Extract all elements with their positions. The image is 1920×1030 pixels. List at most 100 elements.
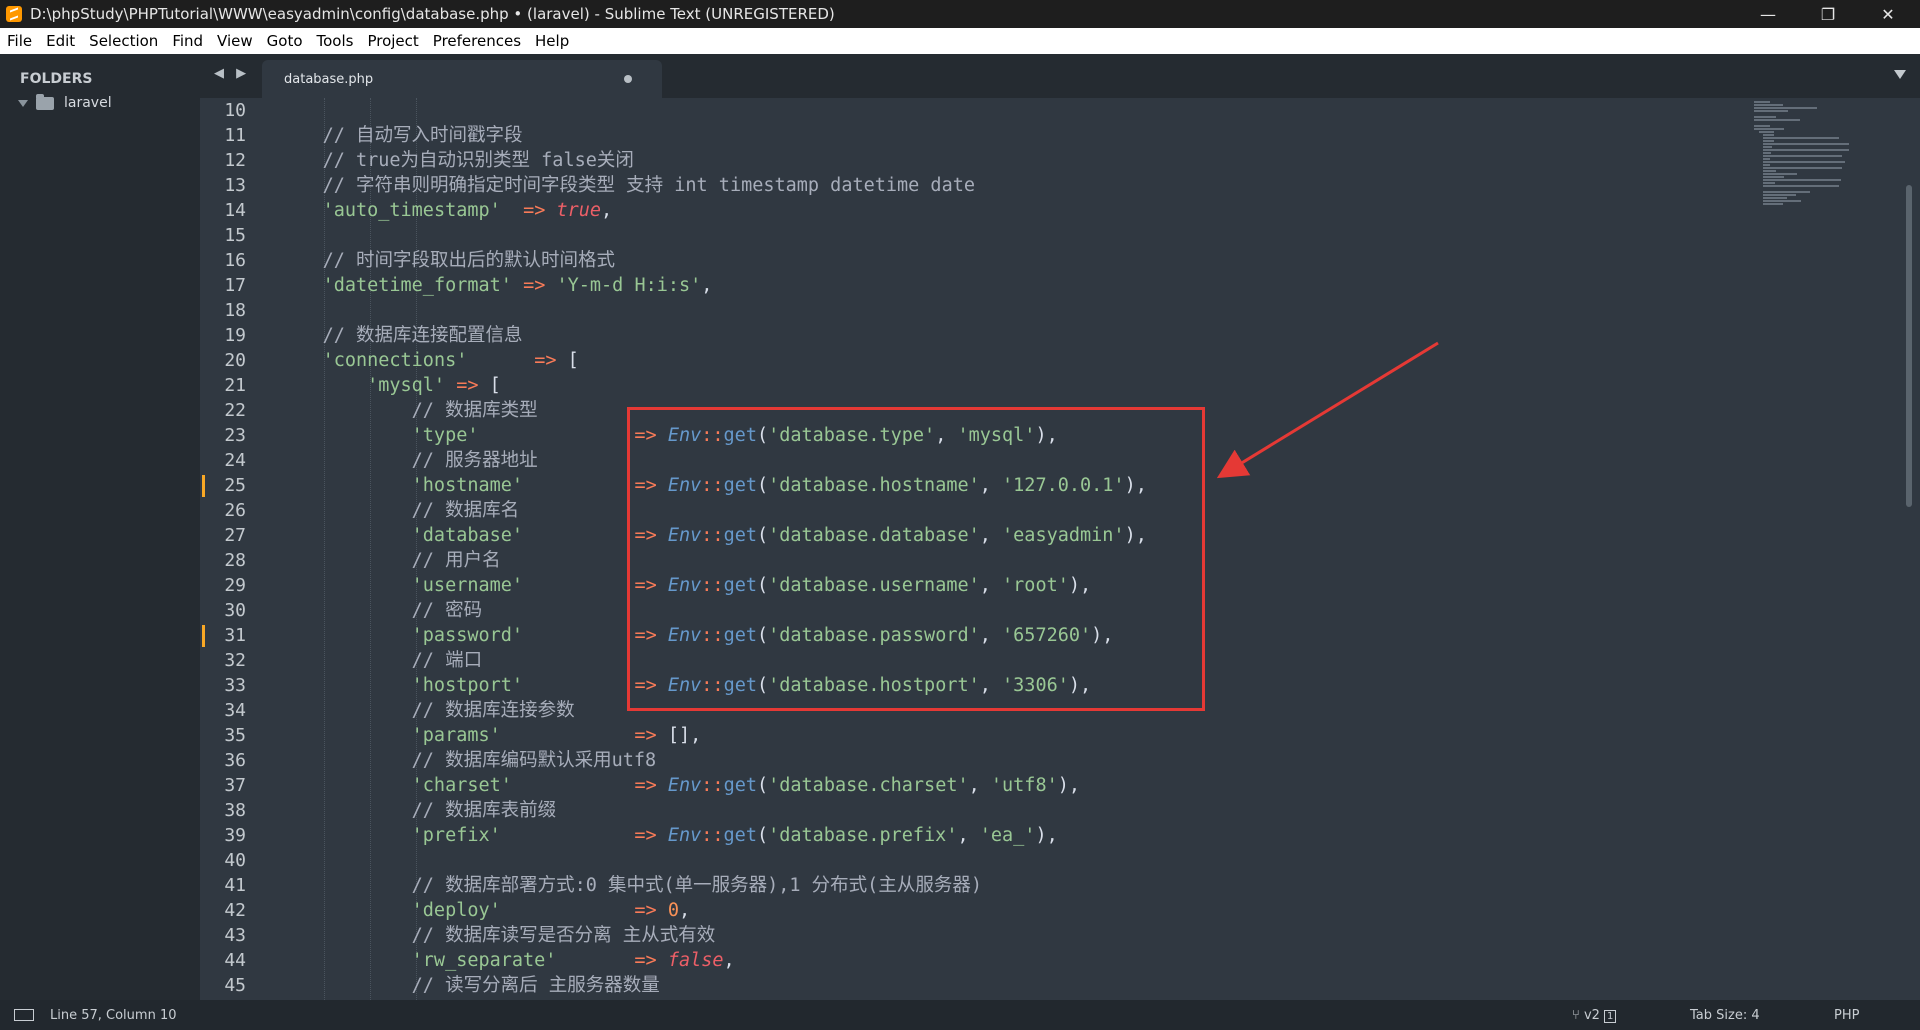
code-line[interactable]: // 数据库名 [278,498,519,523]
minimap-line [1754,116,1777,118]
tab-dropdown-icon[interactable] [1894,70,1906,79]
code-line[interactable]: // 数据库连接配置信息 [278,323,523,348]
cursor-position[interactable]: Line 57, Column 10 [50,1008,177,1023]
minimap-line [1763,137,1839,139]
code-line[interactable]: // 读写分离后 主服务器数量 [278,973,660,998]
annotation-highlight-box [627,407,1205,711]
tab-nav-arrows-icon[interactable]: ◀ ▶ [214,66,250,81]
code-line[interactable]: 'mysql' => [ [278,373,501,398]
menu-edit[interactable]: Edit [39,28,82,54]
menu-find[interactable]: Find [165,28,210,54]
minimap-line [1763,167,1843,169]
code-line[interactable]: // 数据库连接参数 [278,698,575,723]
folder-label: laravel [64,95,112,111]
branch-icon: ⑂ [1572,1008,1584,1023]
panel-toggle-icon[interactable] [14,1009,34,1021]
code-line[interactable]: // 数据库读写是否分离 主从式有效 [278,923,716,948]
menu-goto[interactable]: Goto [260,28,310,54]
code-line[interactable]: // 数据库类型 [278,398,538,423]
code-line[interactable]: // 服务器地址 [278,448,538,473]
menu-preferences[interactable]: Preferences [426,28,528,54]
menu-view[interactable]: View [210,28,260,54]
minimap-line [1754,125,1770,127]
syntax-indicator[interactable]: PHP [1834,1008,1859,1023]
line-number: 24 [224,450,246,471]
folder-icon [36,93,54,110]
code-line[interactable]: 'charset' => Env::get('database.charset'… [278,773,1080,798]
line-number: 19 [224,325,246,346]
sidebar-folder-laravel[interactable]: laravel [18,93,112,111]
line-number: 34 [224,700,246,721]
tab-database-php[interactable]: database.php [262,60,662,98]
line-number: 35 [224,725,246,746]
unsaved-dot-icon[interactable] [624,75,632,83]
tab-bar: ◀ ▶ database.php [200,54,1920,98]
line-number: 36 [224,750,246,771]
minimap-line [1763,170,1777,172]
sublime-logo-icon [6,6,22,22]
line-number: 29 [224,575,246,596]
code-line[interactable]: // 密码 [278,598,482,623]
line-number: 17 [224,275,246,296]
line-number: 12 [224,150,246,171]
code-line[interactable]: // 数据库表前缀 [278,798,556,823]
minimap-line [1763,152,1771,154]
git-branch-status[interactable]: ⑂ v2 1 [1572,1008,1617,1023]
line-number: 41 [224,875,246,896]
git-count-badge: 1 [1604,1010,1617,1023]
code-line[interactable]: 'rw_separate' => false, [278,948,735,973]
code-line[interactable]: 'connections' => [ [278,348,579,373]
title-bar: D:\phpStudy\PHPTutorial\WWW\easyadmin\co… [0,0,1920,28]
minimap-line [1754,107,1817,109]
menu-help[interactable]: Help [528,28,576,54]
menu-selection[interactable]: Selection [82,28,165,54]
minimap-line [1763,191,1810,193]
minimap[interactable] [1750,98,1870,258]
minimap-line [1763,143,1849,145]
line-number: 31 [224,625,246,646]
line-number: 42 [224,900,246,921]
close-button[interactable]: ✕ [1860,0,1916,28]
minimap-line [1754,101,1770,103]
line-number: 27 [224,525,246,546]
code-line[interactable]: // 字符串则明确指定时间字段类型 支持 int timestamp datet… [278,173,975,198]
minimize-button[interactable]: — [1740,0,1796,28]
code-line[interactable]: // 端口 [278,648,482,673]
code-line[interactable]: 'datetime_format' => 'Y-m-d H:i:s', [278,273,713,298]
menu-file[interactable]: File [0,28,39,54]
code-line[interactable]: // 用户名 [278,548,501,573]
menu-project[interactable]: Project [360,28,425,54]
vertical-scrollbar[interactable] [1906,185,1912,507]
code-line[interactable]: 'auto_timestamp' => true, [278,198,613,223]
minimap-line [1763,161,1846,163]
code-line[interactable]: // 自动写入时间戳字段 [278,123,523,148]
code-line[interactable]: 'params' => [], [278,723,702,748]
tab-size-indicator[interactable]: Tab Size: 4 [1690,1008,1760,1023]
line-number: 20 [224,350,246,371]
line-number: 38 [224,800,246,821]
minimap-line [1754,119,1800,121]
menu-bar: File Edit Selection Find View Goto Tools… [0,28,1920,54]
code-line[interactable]: // 数据库编码默认采用utf8 [278,748,656,773]
line-number: 25 [224,475,246,496]
line-number: 26 [224,500,246,521]
minimap-line [1763,164,1770,166]
line-number: 40 [224,850,246,871]
minimap-line [1763,134,1774,136]
maximize-button[interactable]: ❐ [1800,0,1856,28]
code-line[interactable]: 'prefix' => Env::get('database.prefix', … [278,823,1058,848]
menu-tools[interactable]: Tools [310,28,361,54]
line-number: 21 [224,375,246,396]
code-line[interactable]: // 时间字段取出后的默认时间格式 [278,248,615,273]
minimap-line [1763,203,1783,205]
code-line[interactable]: // 数据库部署方式:0 集中式(单一服务器),1 分布式(主从服务器) [278,873,982,898]
line-number: 45 [224,975,246,996]
minimap-line [1763,149,1849,151]
expand-triangle-icon[interactable] [18,99,28,107]
minimap-line [1754,110,1789,112]
code-line[interactable]: // true为自动识别类型 false关闭 [278,148,634,173]
minimap-line [1763,155,1843,157]
code-line[interactable]: 'deploy' => 0, [278,898,690,923]
line-number: 32 [224,650,246,671]
minimap-line [1754,128,1785,130]
